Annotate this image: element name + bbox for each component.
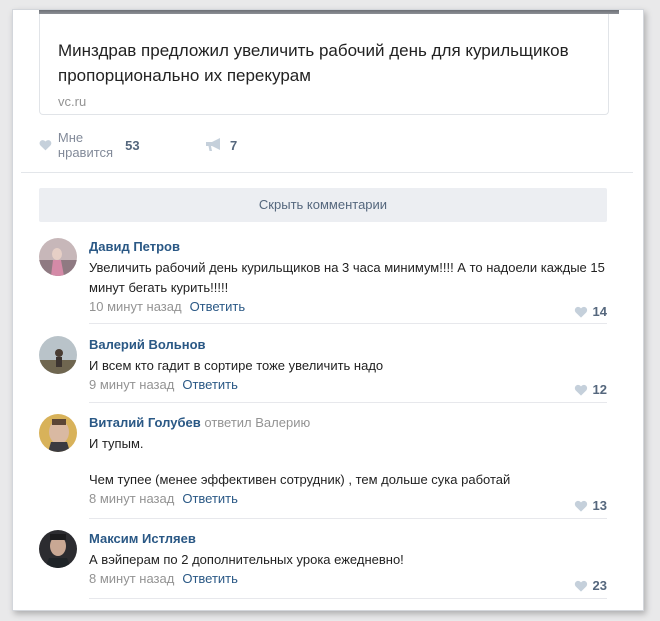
comment-time[interactable]: 8 минут назад — [89, 491, 174, 506]
comment-like-button[interactable]: 23 — [574, 578, 607, 593]
hide-comments-button[interactable]: Скрыть комментарии — [39, 188, 607, 222]
link-title[interactable]: Минздрав предложил увеличить рабочий ден… — [58, 38, 598, 88]
comment-separator — [89, 598, 607, 599]
comment-like-count: 23 — [592, 578, 607, 593]
comment-meta: 9 минут назад Ответить — [89, 376, 609, 394]
comment-separator — [89, 323, 607, 324]
reply-link[interactable]: Ответить — [182, 377, 238, 392]
comment-text: И всем кто гадит в сортире тоже увеличит… — [89, 358, 384, 373]
link-preview[interactable]: Минздрав предложил увеличить рабочий ден… — [39, 14, 609, 115]
comment-author[interactable]: Виталий Голубев — [89, 415, 201, 430]
avatar[interactable] — [39, 238, 77, 276]
comment-author[interactable]: Максим Истляев — [89, 530, 609, 548]
heart-icon — [574, 384, 587, 396]
comment-like-button[interactable]: 14 — [574, 304, 607, 319]
comment-body: Виталий Голубев ответил Валерию И тупым.… — [89, 414, 609, 508]
comment-time[interactable]: 9 минут назад — [89, 377, 174, 392]
comment-meta: 8 минут назад Ответить — [89, 570, 609, 588]
avatar[interactable] — [39, 414, 77, 452]
reply-to-label[interactable]: ответил Валерию — [204, 415, 310, 430]
heart-icon — [39, 140, 52, 151]
share-count: 7 — [230, 137, 238, 153]
avatar[interactable] — [39, 530, 77, 568]
comment-separator — [89, 402, 607, 403]
post-card: Минздрав предложил увеличить рабочий ден… — [12, 9, 644, 611]
comment-like-button[interactable]: 12 — [574, 382, 607, 397]
comment-body: Валерий Вольнов И всем кто гадит в сорти… — [89, 336, 609, 394]
comment-like-button[interactable]: 13 — [574, 498, 607, 513]
comment-meta: 8 минут назад Ответить — [89, 490, 609, 508]
comment-author-line: Виталий Голубев ответил Валерию — [89, 414, 609, 432]
reply-link[interactable]: Ответить — [190, 299, 246, 314]
like-button[interactable]: Мне нравится 53 — [39, 130, 140, 160]
comment-item: Виталий Голубев ответил Валерию И тупым.… — [39, 414, 607, 514]
like-label: Мне нравится — [57, 130, 114, 160]
comment-like-count: 12 — [592, 382, 607, 397]
comment-author[interactable]: Давид Петров — [89, 238, 609, 256]
link-domain: vc.ru — [58, 94, 87, 109]
comment-text: Увеличить рабочий день курильщиков на 3 … — [89, 260, 605, 295]
heart-icon — [574, 500, 587, 512]
reply-link[interactable]: Ответить — [182, 571, 238, 586]
comment-author[interactable]: Валерий Вольнов — [89, 336, 609, 354]
share-button[interactable]: 7 — [205, 134, 237, 156]
heart-icon — [574, 580, 587, 592]
heart-icon — [574, 306, 587, 318]
comment-meta: 10 минут назад Ответить — [89, 298, 609, 316]
comment-separator — [89, 518, 607, 519]
comment-time[interactable]: 8 минут назад — [89, 571, 174, 586]
comment-item: Давид Петров Увеличить рабочий день кури… — [39, 238, 609, 319]
comment-item: Валерий Вольнов И всем кто гадит в сорти… — [39, 336, 609, 397]
comment-like-count: 14 — [592, 304, 607, 319]
megaphone-icon — [206, 138, 220, 151]
reply-link[interactable]: Ответить — [182, 491, 238, 506]
comment-body: Максим Истляев А вэйперам по 2 дополните… — [89, 530, 609, 588]
like-count: 53 — [125, 137, 140, 153]
comment-text: И тупым. — [89, 436, 144, 451]
post-divider — [21, 172, 633, 173]
comment-time[interactable]: 10 минут назад — [89, 299, 182, 314]
comment-text: А вэйперам по 2 дополнительных урока еже… — [89, 552, 404, 567]
comment-body: Давид Петров Увеличить рабочий день кури… — [89, 238, 609, 316]
avatar[interactable] — [39, 336, 77, 374]
comment-item: Максим Истляев А вэйперам по 2 дополните… — [39, 530, 609, 593]
comment-text: Чем тупее (менее эффективен сотрудник) ,… — [89, 472, 511, 487]
comment-like-count: 13 — [592, 498, 607, 513]
